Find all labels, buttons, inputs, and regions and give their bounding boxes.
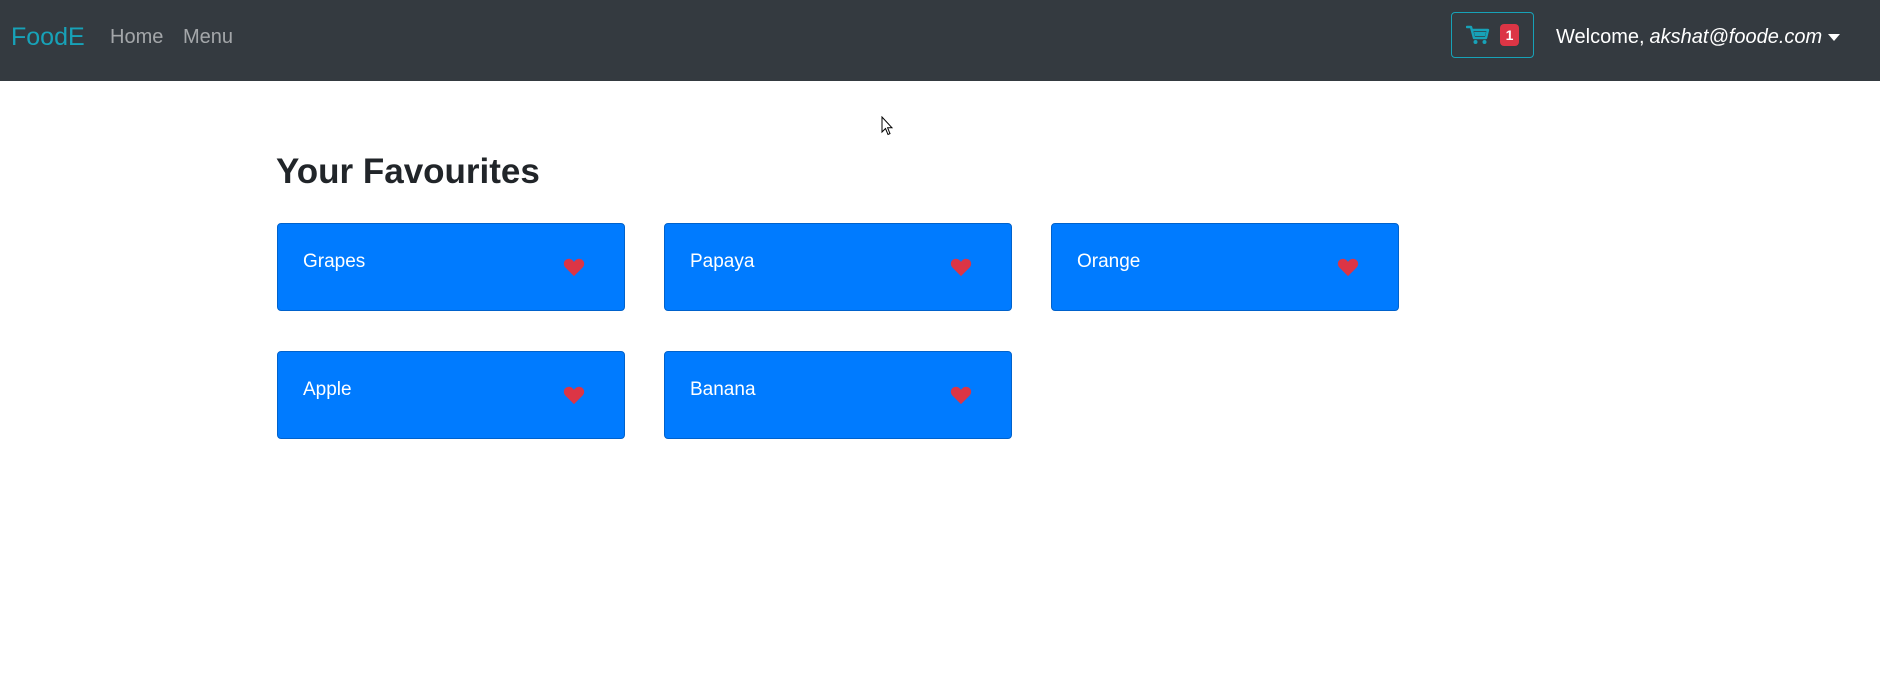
favourite-name: Apple (303, 379, 352, 400)
favourite-name: Orange (1077, 251, 1141, 272)
cart-count-badge: 1 (1499, 24, 1520, 46)
mouse-cursor-icon (881, 116, 893, 136)
user-email: akshat@foode.com (1649, 26, 1823, 48)
brand-logo[interactable]: FoodE (11, 21, 85, 53)
caret-down-icon (1828, 33, 1841, 41)
cart-button[interactable]: 1 (1451, 12, 1534, 58)
favourite-card[interactable]: Papaya (664, 223, 1012, 311)
navbar: FoodE Home Menu 1 Welcome, akshat@foode.… (0, 0, 1880, 81)
favourite-card[interactable]: Grapes (277, 223, 625, 311)
heart-icon[interactable] (563, 257, 585, 277)
favourite-card[interactable]: Apple (277, 351, 625, 439)
page-title: Your Favourites (276, 152, 540, 191)
favourite-name: Grapes (303, 251, 366, 272)
favourite-card[interactable]: Banana (664, 351, 1012, 439)
cart-icon (1465, 25, 1489, 44)
favourite-name: Banana (690, 379, 756, 400)
heart-icon[interactable] (950, 257, 972, 277)
heart-icon[interactable] (563, 385, 585, 405)
heart-icon[interactable] (950, 385, 972, 405)
nav-menu-link[interactable]: Menu (183, 24, 233, 50)
heart-icon[interactable] (1337, 257, 1359, 277)
nav-home-link[interactable]: Home (110, 24, 163, 50)
user-dropdown-toggle[interactable]: Welcome, akshat@foode.com (1556, 24, 1841, 50)
welcome-label: Welcome, (1556, 26, 1645, 48)
favourite-name: Papaya (690, 251, 755, 272)
favourite-card[interactable]: Orange (1051, 223, 1399, 311)
